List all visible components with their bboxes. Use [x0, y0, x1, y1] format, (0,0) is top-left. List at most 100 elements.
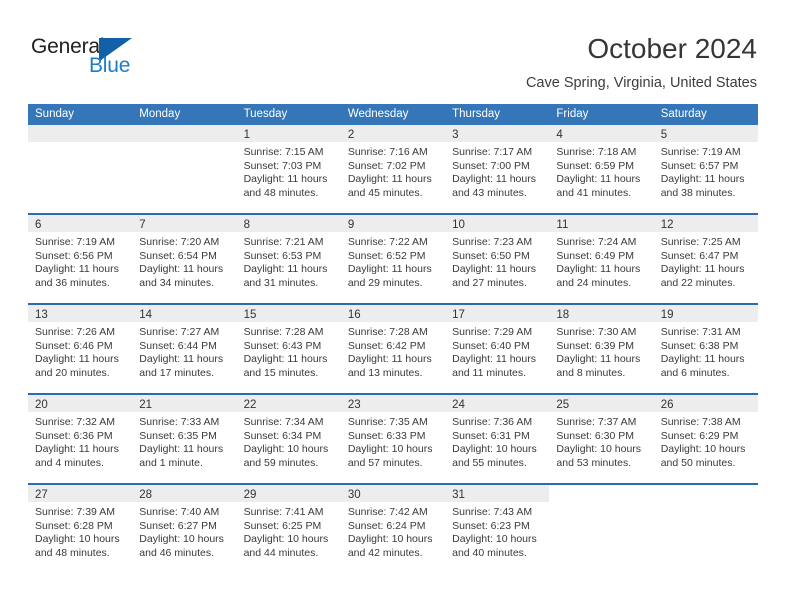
day-sun-info: Sunrise: 7:24 AM Sunset: 6:49 PM Daylight:…: [549, 232, 653, 290]
day-number-band: 7: [132, 215, 237, 232]
daylight-text-line1: Daylight: 11 hours: [35, 263, 119, 276]
calendar-day-cell[interactable]: 16 Sunrise: 7:28 AM Sunset: 6:42 PM Dayligh…: [340, 305, 446, 393]
calendar-day-cell[interactable]: 26 Sunrise: 7:38 AM Sunset: 6:29 PM Dayligh…: [653, 395, 758, 483]
daylight-text-line2: and 8 minutes.: [556, 366, 626, 379]
daylight-text-line1: Daylight: 11 hours: [556, 173, 641, 186]
daylight-text-line1: Daylight: 11 hours: [347, 263, 432, 276]
calendar-day-cell[interactable]: 9 Sunrise: 7:22 AM Sunset: 6:52 PM Daylight…: [340, 215, 446, 303]
day-number-band: 29: [236, 485, 341, 502]
calendar-week-cells: 27 Sunrise: 7:39 AM Sunset: 6:28 PM Dayligh…: [28, 485, 758, 573]
day-number-band: 14: [132, 305, 237, 322]
daylight-text-line2: and 59 minutes.: [243, 456, 319, 469]
sunrise-text: Sunrise: 7:19 AM: [660, 146, 741, 158]
day-number: 1: [243, 129, 250, 141]
daylight-text-line1: Daylight: 11 hours: [556, 263, 641, 276]
sunrise-text: Sunrise: 7:40 AM: [139, 506, 220, 518]
calendar-day-cell[interactable]: 1 Sunrise: 7:15 AM Sunset: 7:03 PM Daylight…: [236, 125, 341, 213]
day-sun-info: Sunrise: 7:29 AM Sunset: 6:40 PM Daylight:…: [445, 322, 549, 380]
daylight-text-line2: and 40 minutes.: [452, 546, 527, 559]
day-number: 10: [452, 219, 465, 231]
calendar-empty-cell: [28, 125, 133, 213]
day-number: 24: [452, 399, 465, 411]
daylight-text-line1: Daylight: 11 hours: [139, 443, 224, 456]
calendar-weeks: 1 Sunrise: 7:15 AM Sunset: 7:03 PM Daylight…: [28, 125, 758, 573]
day-number-band: [549, 485, 654, 502]
sunrise-text: Sunrise: 7:22 AM: [347, 236, 428, 248]
calendar-day-cell[interactable]: 15 Sunrise: 7:28 AM Sunset: 6:43 PM Dayligh…: [236, 305, 341, 393]
day-sun-info: Sunrise: 7:32 AM Sunset: 6:36 PM Daylight:…: [28, 412, 132, 470]
day-number: 27: [35, 489, 48, 501]
sunset-text: Sunset: 6:35 PM: [139, 429, 217, 442]
daylight-text-line2: and 43 minutes.: [452, 186, 527, 199]
day-number: 8: [243, 219, 250, 231]
calendar-day-cell[interactable]: 20 Sunrise: 7:32 AM Sunset: 6:36 PM Dayligh…: [28, 395, 133, 483]
calendar-day-cell[interactable]: 4 Sunrise: 7:18 AM Sunset: 6:59 PM Daylight…: [549, 125, 654, 213]
calendar-day-cell[interactable]: 22 Sunrise: 7:34 AM Sunset: 6:34 PM Dayligh…: [236, 395, 341, 483]
daylight-text-line2: and 41 minutes.: [556, 186, 632, 199]
sunrise-text: Sunrise: 7:38 AM: [660, 416, 741, 428]
daylight-text-line1: Daylight: 10 hours: [35, 533, 120, 546]
day-number: 15: [243, 309, 257, 321]
day-number-band: 8: [236, 215, 341, 232]
day-header-saturday: Saturday: [660, 108, 707, 120]
day-sun-info: Sunrise: 7:38 AM Sunset: 6:29 PM Daylight:…: [654, 412, 758, 470]
sunset-text: Sunset: 6:47 PM: [660, 249, 739, 262]
calendar-day-cell[interactable]: 29 Sunrise: 7:41 AM Sunset: 6:25 PM Dayligh…: [236, 485, 341, 573]
calendar-day-cell[interactable]: 17 Sunrise: 7:29 AM Sunset: 6:40 PM Dayligh…: [445, 305, 550, 393]
sunrise-text: Sunrise: 7:35 AM: [347, 416, 428, 428]
daylight-text-line2: and 4 minutes.: [35, 456, 104, 469]
calendar-day-cell[interactable]: 23 Sunrise: 7:35 AM Sunset: 6:33 PM Dayligh…: [340, 395, 446, 483]
calendar-day-cell[interactable]: 21 Sunrise: 7:33 AM Sunset: 6:35 PM Dayligh…: [132, 395, 237, 483]
sunset-text: Sunset: 6:56 PM: [35, 249, 113, 262]
daylight-text-line1: Daylight: 10 hours: [139, 533, 224, 546]
calendar-day-cell[interactable]: 13 Sunrise: 7:26 AM Sunset: 6:46 PM Dayligh…: [28, 305, 133, 393]
day-number-band: 26: [653, 395, 758, 412]
sunset-text: Sunset: 6:54 PM: [139, 249, 217, 262]
sunrise-text: Sunrise: 7:28 AM: [347, 326, 428, 338]
day-number-band: [132, 125, 237, 142]
day-number-band: 19: [653, 305, 758, 322]
general-blue-logo[interactable]: General Blue: [31, 36, 161, 82]
day-sun-info: Sunrise: 7:15 AM Sunset: 7:03 PM Daylight:…: [237, 142, 341, 200]
logo-text-blue: Blue: [89, 54, 131, 77]
sunrise-text: Sunrise: 7:23 AM: [452, 236, 533, 248]
day-sun-info: Sunrise: 7:41 AM Sunset: 6:25 PM Daylight:…: [237, 502, 341, 560]
calendar-day-cell[interactable]: 19 Sunrise: 7:31 AM Sunset: 6:38 PM Dayligh…: [653, 305, 758, 393]
calendar-day-cell[interactable]: 14 Sunrise: 7:27 AM Sunset: 6:44 PM Dayligh…: [132, 305, 237, 393]
calendar-day-cell[interactable]: 28 Sunrise: 7:40 AM Sunset: 6:27 PM Dayligh…: [132, 485, 237, 573]
calendar-grid: Sunday Monday Tuesday Wednesday Thursday…: [28, 104, 758, 573]
day-number-band: 6: [28, 215, 133, 232]
calendar-week-row: 27 Sunrise: 7:39 AM Sunset: 6:28 PM Dayligh…: [28, 483, 758, 573]
day-number: 14: [139, 309, 153, 321]
calendar-day-cell[interactable]: 25 Sunrise: 7:37 AM Sunset: 6:30 PM Dayligh…: [549, 395, 654, 483]
sunset-text: Sunset: 6:52 PM: [347, 249, 426, 262]
calendar-day-cell[interactable]: 30 Sunrise: 7:42 AM Sunset: 6:24 PM Dayligh…: [340, 485, 446, 573]
sunset-text: Sunset: 6:57 PM: [660, 159, 739, 172]
day-number: 30: [347, 489, 361, 501]
calendar-week-cells: 6 Sunrise: 7:19 AM Sunset: 6:56 PM Daylight…: [28, 215, 758, 303]
sunrise-text: Sunrise: 7:16 AM: [347, 146, 428, 158]
calendar-day-cell[interactable]: 6 Sunrise: 7:19 AM Sunset: 6:56 PM Daylight…: [28, 215, 133, 303]
calendar-day-cell[interactable]: 18 Sunrise: 7:30 AM Sunset: 6:39 PM Dayligh…: [549, 305, 654, 393]
daylight-text-line2: and 13 minutes.: [347, 366, 423, 379]
calendar-day-cell[interactable]: 7 Sunrise: 7:20 AM Sunset: 6:54 PM Daylight…: [132, 215, 237, 303]
sunset-text: Sunset: 6:36 PM: [35, 429, 113, 442]
sunset-text: Sunset: 6:29 PM: [660, 429, 739, 442]
calendar-day-cell[interactable]: 2 Sunrise: 7:16 AM Sunset: 7:02 PM Daylight…: [340, 125, 446, 213]
calendar-day-cell[interactable]: 11 Sunrise: 7:24 AM Sunset: 6:49 PM Dayligh…: [549, 215, 654, 303]
calendar-day-cell[interactable]: 8 Sunrise: 7:21 AM Sunset: 6:53 PM Daylight…: [236, 215, 341, 303]
calendar-day-cell[interactable]: 10 Sunrise: 7:23 AM Sunset: 6:50 PM Dayligh…: [445, 215, 550, 303]
day-number: 28: [139, 489, 153, 501]
day-sun-info: Sunrise: 7:31 AM Sunset: 6:38 PM Daylight:…: [654, 322, 758, 380]
daylight-text-line1: Daylight: 11 hours: [452, 173, 536, 186]
calendar-day-cell[interactable]: 3 Sunrise: 7:17 AM Sunset: 7:00 PM Daylight…: [445, 125, 550, 213]
calendar-page: General Blue October 2024 Cave Spring, V…: [0, 0, 792, 612]
day-number-band: 25: [549, 395, 654, 412]
calendar-day-cell[interactable]: 5 Sunrise: 7:19 AM Sunset: 6:57 PM Daylight…: [653, 125, 758, 213]
calendar-day-cell[interactable]: 27 Sunrise: 7:39 AM Sunset: 6:28 PM Dayligh…: [28, 485, 133, 573]
day-number: 22: [243, 399, 257, 411]
calendar-day-cell[interactable]: 12 Sunrise: 7:25 AM Sunset: 6:47 PM Dayligh…: [653, 215, 758, 303]
calendar-day-cell[interactable]: 31 Sunrise: 7:43 AM Sunset: 6:23 PM Dayligh…: [445, 485, 550, 573]
calendar-day-cell[interactable]: 24 Sunrise: 7:36 AM Sunset: 6:31 PM Dayligh…: [445, 395, 550, 483]
day-number-band: 31: [445, 485, 550, 502]
